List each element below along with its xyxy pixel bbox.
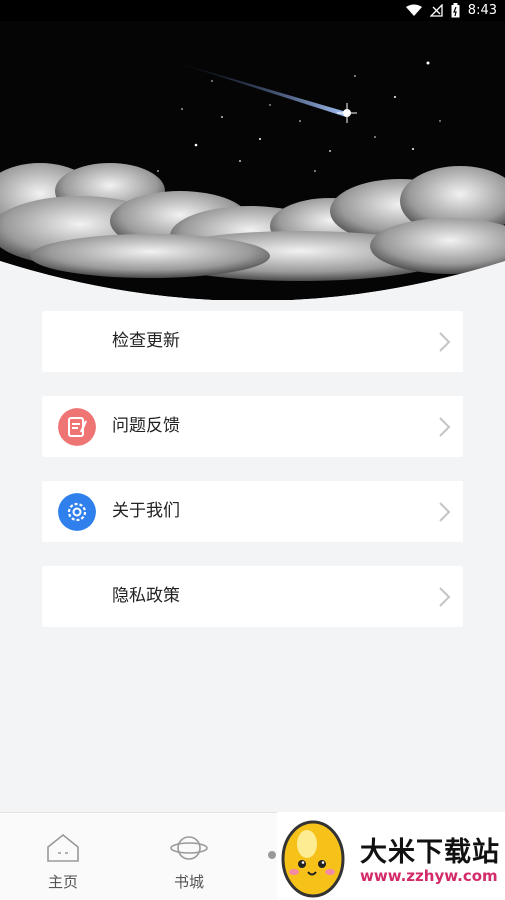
menu-item-label: 问题反馈 xyxy=(112,416,180,436)
feedback-item[interactable]: 问题反馈 xyxy=(42,396,463,457)
about-us-item[interactable]: 关于我们 xyxy=(42,481,463,542)
watermark-url: www.zzhyw.com xyxy=(360,867,498,885)
watermark: 大米下载站 www.zzhyw.com xyxy=(277,812,505,899)
menu-item-label: 隐私政策 xyxy=(112,586,180,606)
planet-icon xyxy=(170,836,208,860)
settings-menu: 检查更新 问题反馈 关于我们 隐私政策 xyxy=(42,311,463,651)
gear-icon xyxy=(58,493,96,531)
no-signal-icon xyxy=(429,4,443,17)
nav-home-label: 主页 xyxy=(47,873,78,891)
status-time: 8:43 xyxy=(467,3,497,18)
privacy-policy-item[interactable]: 隐私政策 xyxy=(42,566,463,627)
menu-item-label: 关于我们 xyxy=(112,501,180,521)
battery-icon xyxy=(451,3,460,18)
rice-mascot-logo xyxy=(281,820,345,898)
nav-home[interactable]: 主页 xyxy=(33,833,93,892)
nav-bookstore-label: 书城 xyxy=(173,873,204,891)
nav-indicator-dot xyxy=(268,851,276,859)
chevron-right-icon xyxy=(439,417,451,437)
status-bar: 8:43 xyxy=(0,0,505,21)
header-banner xyxy=(0,21,505,300)
chevron-right-icon xyxy=(439,587,451,607)
home-icon xyxy=(47,833,79,862)
chevron-right-icon xyxy=(439,332,451,352)
menu-item-label: 检查更新 xyxy=(112,331,180,351)
nav-bookstore[interactable]: 书城 xyxy=(159,833,219,892)
check-update-item[interactable]: 检查更新 xyxy=(42,311,463,372)
feedback-note-icon xyxy=(58,408,96,446)
watermark-brand: 大米下载站 xyxy=(360,837,500,868)
wifi-icon xyxy=(405,4,422,16)
chevron-right-icon xyxy=(439,502,451,522)
